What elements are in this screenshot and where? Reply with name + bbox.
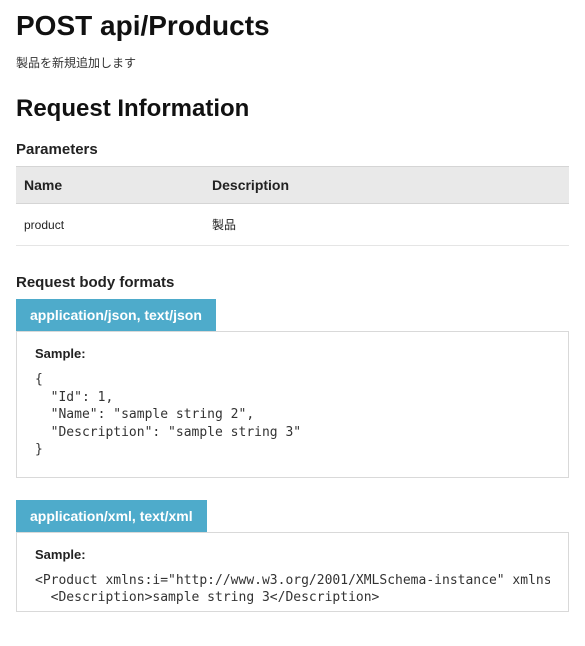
parameters-heading: Parameters [16,141,569,158]
col-name-header: Name [16,167,204,204]
format-block-json: application/json, text/json Sample: { "I… [16,299,569,478]
sample-code-xml: <Product xmlns:i="http://www.w3.org/2001… [35,572,550,607]
body-formats-heading: Request body formats [16,274,569,291]
col-desc-header: Description [204,167,569,204]
format-body-xml: Sample: <Product xmlns:i="http://www.w3.… [16,532,569,612]
sample-label: Sample: [35,346,550,361]
sample-code-json: { "Id": 1, "Name": "sample string 2", "D… [35,371,550,459]
sample-label: Sample: [35,547,550,562]
page-title: POST api/Products [16,10,569,42]
endpoint-description: 製品を新規追加します [16,54,569,71]
request-info-heading: Request Information [16,95,569,123]
table-row: product 製品 [16,204,569,246]
param-desc: 製品 [204,204,569,246]
parameters-table: Name Description product 製品 [16,166,569,246]
format-body-json: Sample: { "Id": 1, "Name": "sample strin… [16,331,569,478]
param-name: product [16,204,204,246]
format-tab-json[interactable]: application/json, text/json [16,299,216,331]
format-block-xml: application/xml, text/xml Sample: <Produ… [16,500,569,612]
format-tab-xml[interactable]: application/xml, text/xml [16,500,207,532]
